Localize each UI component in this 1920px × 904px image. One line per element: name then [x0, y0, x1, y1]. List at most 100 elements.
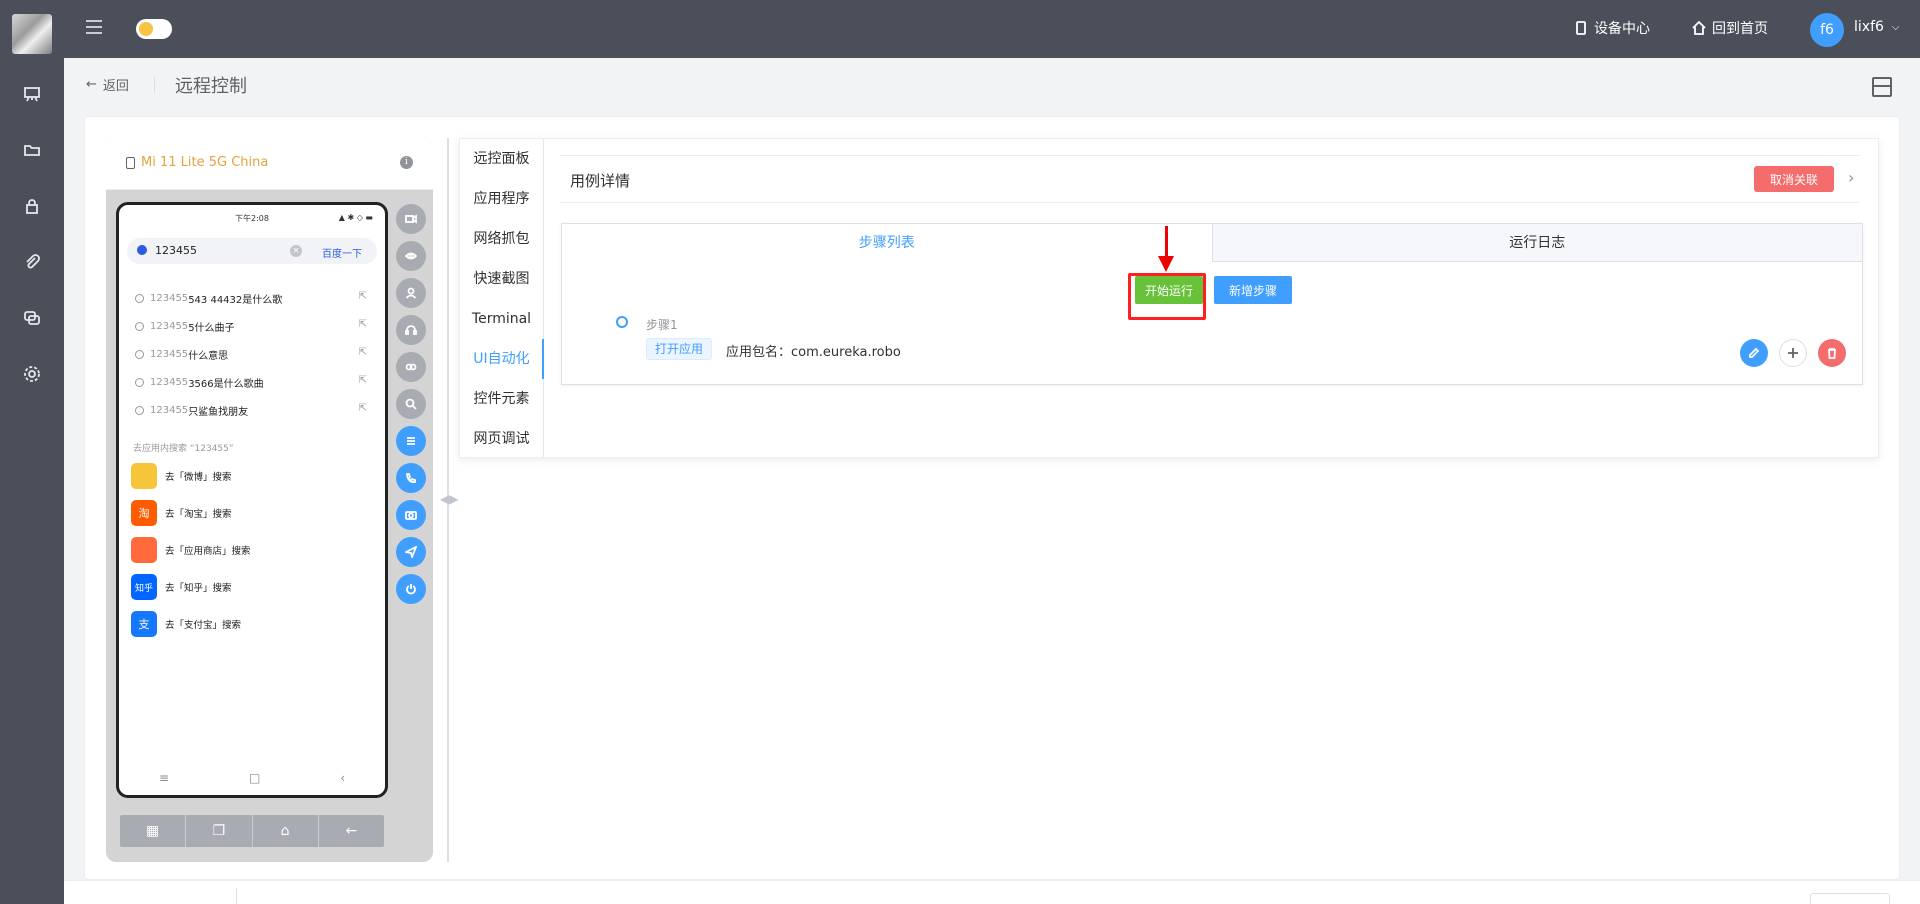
phone-panel: Mi 11 Lite 5G China i 下午2:08 ▲ ✱ ◇ ▬ 123… — [106, 138, 433, 862]
eye-icon[interactable] — [396, 241, 426, 271]
case-header: 用例详情 取消关联 › — [560, 155, 1860, 203]
left-rail — [0, 0, 64, 904]
weibo-icon — [131, 463, 157, 489]
apps-grid-icon[interactable]: ▦ — [120, 815, 187, 847]
zhihu-icon: 知乎 — [131, 574, 157, 600]
search-icon — [135, 406, 144, 415]
avatar[interactable]: f6 — [1810, 13, 1844, 47]
device-name-label: Mi 11 Lite 5G China — [141, 155, 269, 170]
tab-ui-automation[interactable]: UI自动化 — [460, 339, 544, 379]
search-device-icon[interactable] — [396, 389, 426, 419]
app-store-icon — [131, 537, 157, 563]
tab-terminal[interactable]: Terminal — [460, 299, 543, 339]
settings-icon[interactable] — [20, 362, 44, 386]
folder-icon[interactable] — [20, 138, 44, 162]
tab-packet-capture[interactable]: 网络抓包 — [460, 219, 543, 259]
device-name: Mi 11 Lite 5G China — [126, 155, 268, 170]
baidu-search-button[interactable]: 百度一下 — [322, 245, 362, 260]
menu-toggle-icon[interactable] — [86, 20, 102, 34]
search-input[interactable]: 123455 × 百度一下 — [127, 238, 377, 264]
layout-icon[interactable] — [1872, 77, 1892, 97]
home-label: 回到首页 — [1712, 21, 1768, 37]
cancel-association-button[interactable]: 取消关联 — [1754, 166, 1834, 192]
step-action-tag: 打开应用 — [646, 338, 713, 360]
back-button[interactable]: ← 返回 — [86, 75, 129, 94]
move-icon[interactable] — [1779, 339, 1807, 367]
chevron-right-icon[interactable]: › — [1848, 168, 1854, 187]
search-icon — [135, 294, 144, 303]
app-search-appstore[interactable]: 去「应用商店」搜索 — [131, 537, 251, 563]
app-search-taobao[interactable]: 淘 去「淘宝」搜索 — [131, 500, 232, 526]
lock-icon[interactable] — [20, 194, 44, 218]
tab-applications[interactable]: 应用程序 — [460, 179, 543, 219]
back-label: 返回 — [102, 79, 129, 94]
splitter-handle-icon[interactable]: ◀▶ — [440, 492, 458, 506]
presentation-icon[interactable] — [20, 82, 44, 106]
phone-control-bar: ▦ ❐ ⌂ ← — [120, 815, 384, 847]
suggestion-item[interactable]: 123455 5什么曲子 ⇱ — [135, 319, 371, 334]
arrow-up-left-icon: ⇱ — [358, 375, 367, 386]
delete-icon[interactable] — [1818, 339, 1846, 367]
control-panel: 远控面板 应用程序 网络抓包 快速截图 Terminal UI自动化 控件元素 … — [459, 138, 1879, 458]
suggestion-item[interactable]: 123455 什么意思 ⇱ — [135, 347, 371, 362]
username: lixf6 — [1854, 19, 1884, 35]
record-icon[interactable] — [396, 204, 426, 234]
search-icon — [135, 378, 144, 387]
baidu-paw-icon — [137, 245, 147, 255]
arrow-up-left-icon: ⇱ — [358, 403, 367, 414]
user-menu[interactable]: lixf6 ⌵ — [1854, 19, 1900, 35]
send-icon[interactable] — [396, 537, 426, 567]
page-title: 远程控制 — [175, 76, 247, 97]
camera-icon[interactable] — [396, 500, 426, 530]
steps-box: 步骤列表 运行日志 开始运行 新增步骤 步骤1 打开应用 应用包名：com.eu… — [561, 223, 1863, 385]
home-link[interactable]: 回到首页 — [1692, 18, 1768, 38]
device-center-link[interactable]: 设备中心 — [1574, 18, 1650, 38]
back-nav-icon[interactable]: ‹ — [340, 771, 345, 785]
android-nav-bar: ≡ □ ‹ — [119, 771, 385, 785]
tab-quick-screenshot[interactable]: 快速截图 — [460, 259, 543, 299]
user-icon[interactable] — [396, 278, 426, 308]
info-icon[interactable]: i — [400, 156, 413, 169]
paperclip-icon[interactable] — [20, 250, 44, 274]
clear-icon[interactable]: × — [290, 245, 302, 257]
tab-run-log[interactable]: 运行日志 — [1212, 224, 1862, 262]
back-button-icon[interactable]: ← — [319, 815, 384, 847]
add-step-button[interactable]: 新增步骤 — [1214, 276, 1292, 304]
chat-icon[interactable] — [20, 306, 44, 330]
footer-control[interactable] — [1810, 893, 1890, 904]
power-icon[interactable] — [396, 574, 426, 604]
link-icon[interactable] — [396, 352, 426, 382]
phone-call-icon[interactable] — [396, 463, 426, 493]
menu-nav-icon[interactable]: ≡ — [159, 771, 169, 785]
app-search-alipay[interactable]: 支 去「支付宝」搜索 — [131, 611, 241, 637]
footer-bar — [64, 880, 1920, 904]
step-package: 应用包名：com.eureka.robo — [726, 345, 901, 360]
search-value: 123455 — [155, 244, 197, 257]
footer-divider — [236, 888, 237, 904]
tab-widget-elements[interactable]: 控件元素 — [460, 379, 543, 419]
home-nav-icon[interactable]: □ — [249, 771, 260, 785]
sliders-icon[interactable] — [396, 426, 426, 456]
chevron-down-icon: ⌵ — [1891, 21, 1900, 33]
search-icon — [135, 350, 144, 359]
tab-web-debug[interactable]: 网页调试 — [460, 419, 543, 459]
app-search-zhihu[interactable]: 知乎 去「知乎」搜索 — [131, 574, 232, 600]
app-search-weibo[interactable]: 去「微博」搜索 — [131, 463, 232, 489]
theme-toggle[interactable] — [136, 19, 172, 39]
suggestion-item[interactable]: 123455 3566是什么歌曲 ⇱ — [135, 375, 371, 390]
recent-apps-icon[interactable]: ❐ — [186, 815, 253, 847]
top-bar: 设备中心 回到首页 f6 lixf6 ⌵ — [64, 0, 1920, 58]
suggestion-item[interactable]: 123455 543 44432是什么歌 ⇱ — [135, 291, 371, 306]
suggestion-item[interactable]: 123455 只鲨鱼找朋友 ⇱ — [135, 403, 371, 418]
step-timeline-dot — [616, 316, 628, 328]
phone-screen[interactable]: 下午2:08 ▲ ✱ ◇ ▬ 123455 × 百度一下 123455 543 4… — [116, 202, 388, 798]
tab-step-list[interactable]: 步骤列表 — [562, 224, 1213, 262]
tab-remote-panel[interactable]: 远控面板 — [460, 139, 543, 179]
search-icon — [135, 322, 144, 331]
headset-icon[interactable] — [396, 315, 426, 345]
vertical-tabs: 远控面板 应用程序 网络抓包 快速截图 Terminal UI自动化 控件元素 … — [460, 139, 544, 457]
status-icons: ▲ ✱ ◇ ▬ — [338, 213, 373, 222]
phone-icon — [126, 156, 135, 169]
edit-icon[interactable] — [1740, 339, 1768, 367]
home-button-icon[interactable]: ⌂ — [253, 815, 319, 847]
